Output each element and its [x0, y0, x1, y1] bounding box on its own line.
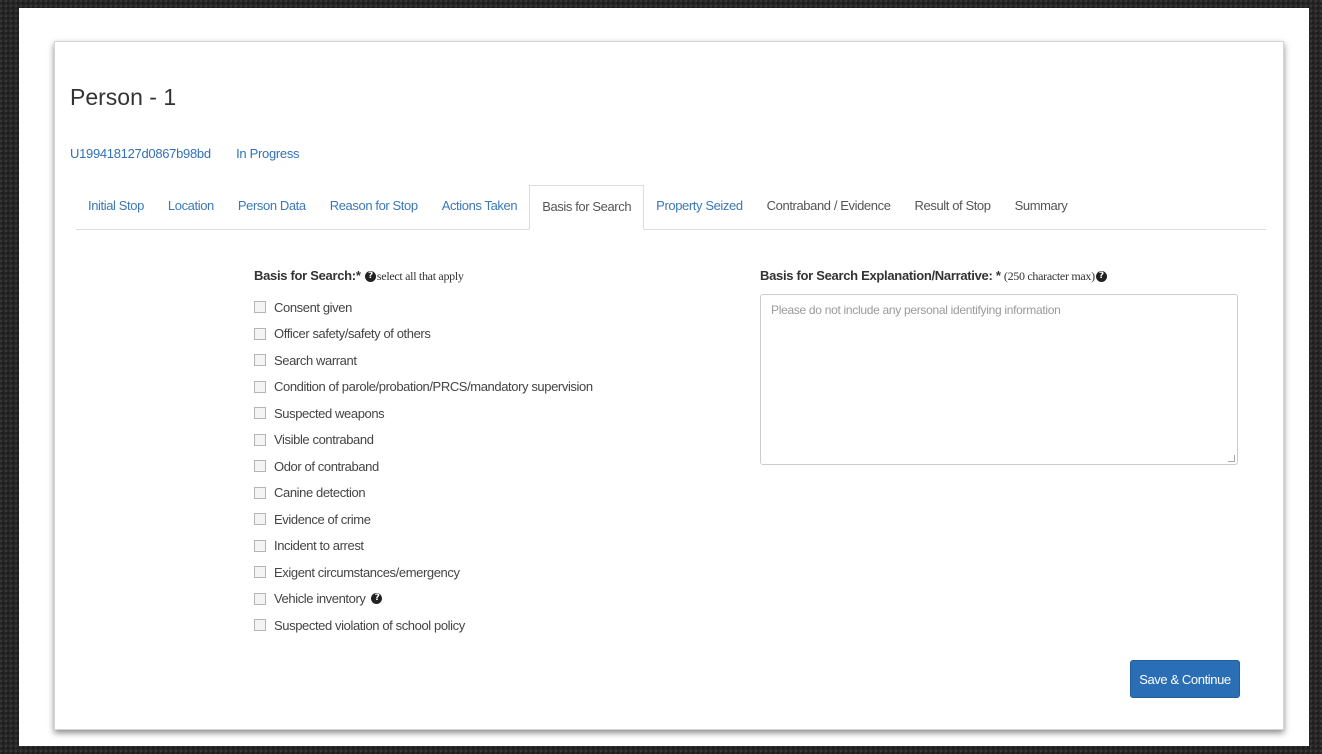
option-exigent-circumstances[interactable]: Exigent circumstances/emergency — [254, 559, 593, 586]
option-label: Suspected weapons — [274, 405, 385, 421]
option-label: Visible contraband — [274, 432, 374, 448]
tab-contraband-evidence[interactable]: Contraband / Evidence — [755, 185, 903, 228]
option-consent-given[interactable]: Consent given — [254, 294, 593, 321]
record-id-link[interactable]: U199418127d0867b98bd — [70, 146, 211, 161]
tab-actions-taken[interactable]: Actions Taken — [430, 185, 530, 228]
tab-initial-stop[interactable]: Initial Stop — [76, 185, 156, 228]
option-label: Condition of parole/probation/PRCS/manda… — [274, 379, 593, 395]
record-meta: U199418127d0867b98bd In Progress — [70, 146, 300, 161]
question-circle-icon[interactable]: ? — [1095, 271, 1107, 283]
tab-person-data[interactable]: Person Data — [226, 185, 318, 228]
option-label: Evidence of crime — [274, 511, 371, 527]
option-evidence-of-crime[interactable]: Evidence of crime — [254, 506, 593, 533]
resize-handle-icon[interactable] — [1228, 455, 1235, 462]
basis-for-search-title: Basis for Search: — [254, 268, 356, 283]
checkbox[interactable] — [254, 513, 266, 526]
tab-bar: Initial Stop Location Person Data Reason… — [76, 185, 1266, 230]
option-search-warrant[interactable]: Search warrant — [254, 347, 593, 374]
tab-reason-for-stop[interactable]: Reason for Stop — [318, 185, 430, 228]
basis-for-search-label: Basis for Search:* ? select all that appl… — [254, 268, 593, 284]
required-mark: * — [355, 268, 361, 283]
option-canine-detection[interactable]: Canine detection — [254, 480, 593, 507]
narrative-title: Basis for Search Explanation/Narrative: — [760, 268, 993, 283]
checkbox[interactable] — [254, 539, 266, 552]
option-condition-of-parole[interactable]: Condition of parole/probation/PRCS/manda… — [254, 374, 593, 401]
checkbox[interactable] — [254, 433, 266, 446]
narrative-textarea[interactable]: Please do not include any personal ident… — [760, 294, 1238, 465]
option-odor-of-contraband[interactable]: Odor of contraband — [254, 453, 593, 480]
checkbox[interactable] — [254, 592, 266, 605]
required-mark: * — [995, 268, 1001, 283]
narrative-placeholder: Please do not include any personal ident… — [771, 303, 1061, 317]
page-title: Person - 1 — [70, 84, 177, 110]
checkbox[interactable] — [254, 354, 266, 367]
option-school-policy-violation[interactable]: Suspected violation of school policy — [254, 612, 593, 639]
option-label: Consent given — [274, 299, 352, 315]
slide: Person - 1 U199418127d0867b98bd In Progr… — [19, 8, 1309, 746]
checkbox[interactable] — [254, 619, 266, 632]
basis-for-search-group: Basis for Search:* ? select all that appl… — [254, 268, 593, 639]
option-label: Vehicle inventory — [274, 591, 366, 607]
option-visible-contraband[interactable]: Visible contraband — [254, 427, 593, 454]
tab-property-seized[interactable]: Property Seized — [644, 185, 755, 228]
option-suspected-weapons[interactable]: Suspected weapons — [254, 400, 593, 427]
select-all-hint: select all that apply — [376, 269, 464, 283]
checkbox[interactable] — [254, 301, 266, 314]
checkbox[interactable] — [254, 460, 266, 473]
option-label: Suspected violation of school policy — [274, 617, 465, 633]
form-card: Person - 1 U199418127d0867b98bd In Progr… — [54, 41, 1284, 730]
option-label: Incident to arrest — [274, 538, 364, 554]
option-officer-safety[interactable]: Officer safety/safety of others — [254, 321, 593, 348]
checkbox[interactable] — [254, 380, 266, 393]
narrative-group: Basis for Search Explanation/Narrative: … — [760, 268, 1238, 465]
option-label: Exigent circumstances/emergency — [274, 564, 460, 580]
checkbox[interactable] — [254, 566, 266, 579]
tab-summary[interactable]: Summary — [1003, 185, 1080, 228]
checkbox[interactable] — [254, 327, 266, 340]
tab-result-of-stop[interactable]: Result of Stop — [903, 185, 1003, 228]
save-continue-button[interactable]: Save & Continue — [1130, 660, 1240, 698]
question-circle-icon[interactable]: ? — [371, 593, 383, 605]
status-link[interactable]: In Progress — [236, 146, 299, 161]
tab-location[interactable]: Location — [156, 185, 226, 228]
narrative-label: Basis for Search Explanation/Narrative: … — [760, 268, 1238, 284]
question-circle-icon[interactable]: ? — [364, 271, 376, 283]
option-incident-to-arrest[interactable]: Incident to arrest — [254, 533, 593, 560]
option-label: Officer safety/safety of others — [274, 326, 431, 342]
option-label: Canine detection — [274, 485, 366, 501]
option-label: Search warrant — [274, 352, 357, 368]
character-limit-hint: (250 character max) — [1003, 269, 1095, 283]
option-label: Odor of contraband — [274, 458, 379, 474]
checkbox[interactable] — [254, 407, 266, 420]
checkbox[interactable] — [254, 486, 266, 499]
option-vehicle-inventory[interactable]: Vehicle inventory ? — [254, 586, 593, 613]
tab-basis-for-search[interactable]: Basis for Search — [529, 185, 645, 230]
